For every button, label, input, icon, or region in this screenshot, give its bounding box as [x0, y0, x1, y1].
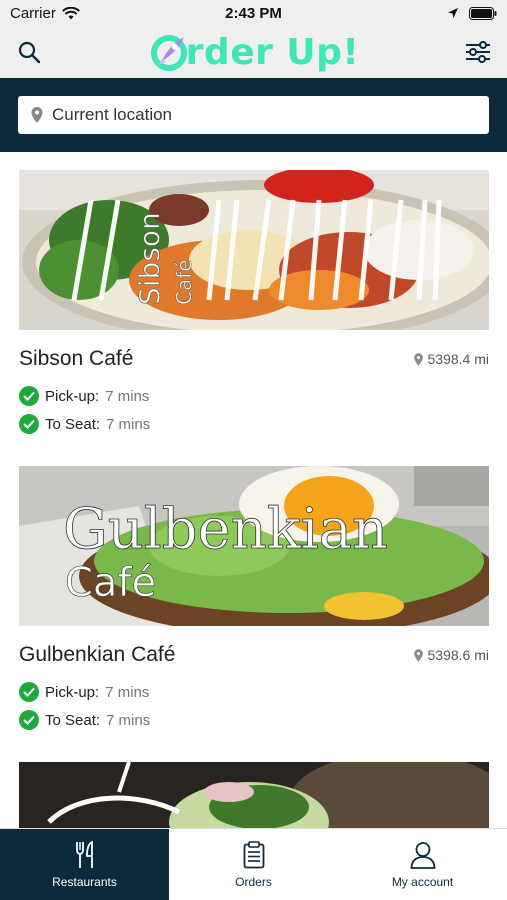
- restaurant-name[interactable]: Sibson Café: [19, 347, 133, 371]
- filter-sliders-icon: [466, 41, 490, 63]
- location-bar: [0, 78, 507, 152]
- map-pin-icon: [413, 648, 423, 662]
- map-pin-icon: [31, 107, 43, 123]
- location-field[interactable]: [18, 96, 489, 134]
- top-nav: rder Up!: [0, 26, 507, 78]
- restaurant-card-gulbenkian[interactable]: Gulbenkian Café Gulbenkian Café 5398.6 m…: [19, 466, 489, 730]
- tab-restaurants[interactable]: Restaurants: [0, 829, 169, 900]
- check-icon: [19, 682, 39, 702]
- image-title: Gulbenkian: [63, 497, 388, 562]
- filter-button[interactable]: [463, 37, 493, 67]
- tab-label: My account: [391, 874, 454, 889]
- location-input[interactable]: [52, 105, 477, 125]
- restaurant-card-sibson[interactable]: Sibson Café Sibson Café 5398.4 mi Pick-u…: [19, 170, 489, 434]
- map-pin-icon: [413, 352, 423, 366]
- battery-icon: [469, 6, 497, 20]
- pickup-label: Pick-up:: [45, 387, 100, 405]
- check-icon: [19, 414, 39, 434]
- seat-time: 7 mins: [106, 711, 151, 729]
- pickup-time: 7 mins: [105, 387, 150, 405]
- tab-label: Restaurants: [52, 874, 117, 889]
- image-title: Sibson: [133, 212, 166, 305]
- restaurant-image: Sibson Café: [19, 170, 489, 330]
- check-icon: [19, 386, 39, 406]
- seat-label: To Seat:: [45, 415, 101, 433]
- pickup-time: 7 mins: [105, 683, 150, 701]
- search-icon: [18, 41, 41, 64]
- user-icon: [410, 841, 435, 869]
- image-subtitle: Café: [65, 560, 156, 606]
- distance-value: 5398.4 mi: [427, 351, 489, 367]
- seat-row: To Seat: 7 mins: [19, 710, 489, 730]
- check-icon: [19, 710, 39, 730]
- restaurant-image: [19, 762, 489, 828]
- seat-label: To Seat:: [45, 711, 101, 729]
- tab-label: Orders: [235, 874, 272, 889]
- tab-bar: Restaurants Orders My account: [0, 828, 507, 900]
- app-logo: rder Up!: [148, 31, 360, 73]
- distance-value: 5398.6 mi: [427, 647, 489, 663]
- app-title: rder Up!: [185, 31, 360, 73]
- pickup-label: Pick-up:: [45, 683, 100, 701]
- pickup-row: Pick-up: 7 mins: [19, 386, 489, 406]
- wifi-icon: [61, 6, 80, 19]
- tab-my-account[interactable]: My account: [338, 829, 507, 900]
- location-arrow-icon: [448, 8, 458, 18]
- tab-orders[interactable]: Orders: [169, 829, 338, 900]
- fork-knife-icon: [75, 840, 93, 868]
- rocket-logo-icon: [150, 35, 187, 71]
- restaurant-name[interactable]: Gulbenkian Café: [19, 643, 175, 667]
- restaurant-card-partial[interactable]: [19, 762, 489, 828]
- seat-time: 7 mins: [106, 415, 151, 433]
- image-subtitle: Café: [172, 259, 196, 305]
- restaurant-distance: 5398.6 mi: [413, 647, 489, 663]
- search-button[interactable]: [14, 37, 44, 67]
- seat-row: To Seat: 7 mins: [19, 414, 489, 434]
- restaurant-list: Sibson Café Sibson Café 5398.4 mi Pick-u…: [0, 152, 507, 828]
- clipboard-icon: [243, 840, 264, 868]
- pickup-row: Pick-up: 7 mins: [19, 682, 489, 702]
- restaurant-image: Gulbenkian Café: [19, 466, 489, 626]
- restaurant-distance: 5398.4 mi: [413, 351, 489, 367]
- carrier-label: Carrier: [10, 4, 56, 22]
- status-bar: Carrier 2:43 PM: [0, 0, 507, 26]
